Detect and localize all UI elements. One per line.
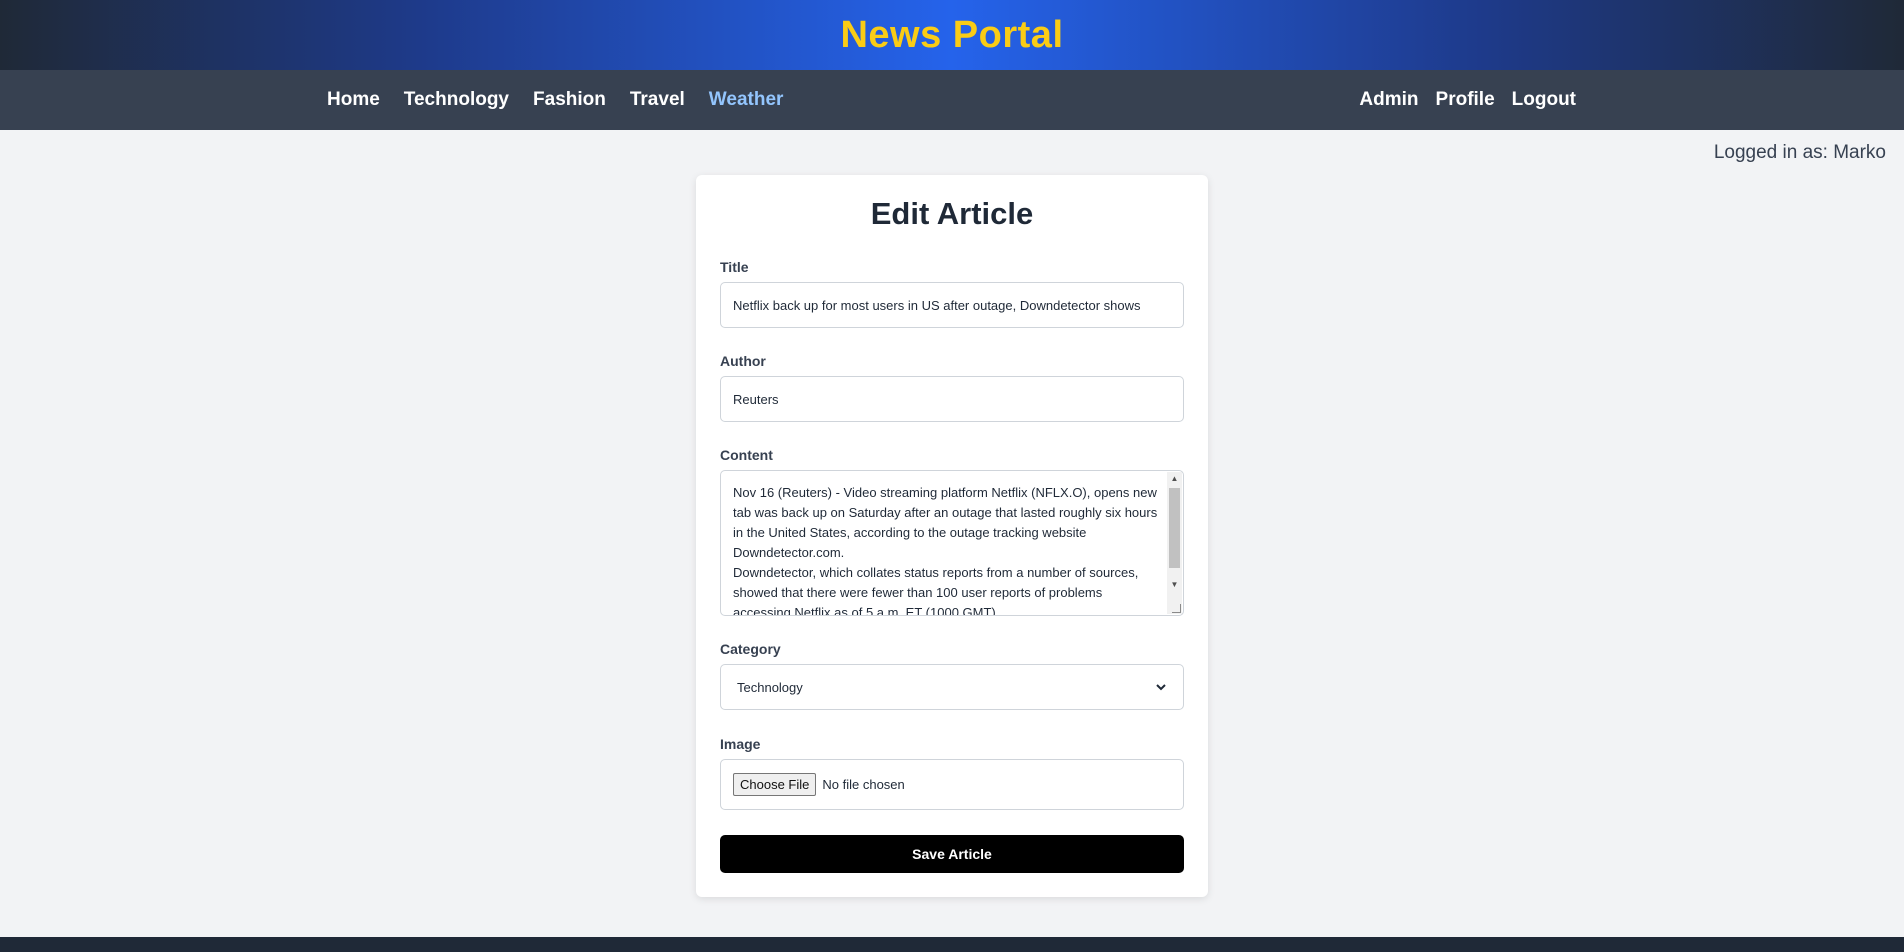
site-title: News Portal: [840, 13, 1064, 56]
category-selected-value: Technology: [737, 679, 803, 695]
category-select[interactable]: Technology: [720, 664, 1184, 710]
nav-home[interactable]: Home: [327, 89, 380, 111]
nav-left: Home Technology Fashion Travel Weather: [327, 70, 783, 130]
page-title: Edit Article: [870, 196, 1034, 231]
content-label: Content: [720, 447, 773, 463]
scroll-up-icon[interactable]: ▲: [1167, 472, 1182, 486]
nav-travel[interactable]: Travel: [630, 89, 685, 111]
nav-admin[interactable]: Admin: [1359, 89, 1418, 111]
save-article-button[interactable]: Save Article: [720, 835, 1184, 873]
chevron-down-icon: [1156, 684, 1166, 691]
category-label: Category: [720, 641, 781, 657]
content-text: Nov 16 (Reuters) - Video streaming platf…: [733, 485, 1158, 616]
nav-right: Admin Profile Logout: [1359, 70, 1576, 130]
file-status: No file chosen: [822, 777, 905, 792]
logged-in-status: Logged in as: Marko: [1713, 142, 1886, 163]
scroll-down-icon[interactable]: ▼: [1167, 578, 1182, 592]
resize-handle-icon[interactable]: [1172, 604, 1181, 613]
author-label: Author: [720, 353, 766, 369]
nav-logout[interactable]: Logout: [1512, 89, 1576, 111]
image-file-input: Choose File No file chosen: [720, 759, 1184, 810]
footer: [0, 937, 1904, 952]
site-header: News Portal: [0, 0, 1904, 70]
nav-profile[interactable]: Profile: [1436, 89, 1495, 111]
content-scrollbar[interactable]: ▲ ▼: [1167, 472, 1182, 614]
main-nav: Home Technology Fashion Travel Weather A…: [0, 70, 1904, 130]
content-textarea[interactable]: Nov 16 (Reuters) - Video streaming platf…: [720, 470, 1184, 616]
title-input[interactable]: Netflix back up for most users in US aft…: [720, 282, 1184, 328]
nav-technology[interactable]: Technology: [404, 89, 509, 111]
image-label: Image: [720, 736, 761, 752]
scroll-thumb[interactable]: [1169, 488, 1180, 568]
nav-fashion[interactable]: Fashion: [533, 89, 606, 111]
nav-weather[interactable]: Weather: [709, 89, 784, 111]
choose-file-button[interactable]: Choose File: [733, 773, 817, 796]
author-input[interactable]: Reuters: [720, 376, 1184, 422]
edit-article-card: Edit Article Title Netflix back up for m…: [696, 175, 1208, 897]
title-label: Title: [720, 259, 749, 275]
